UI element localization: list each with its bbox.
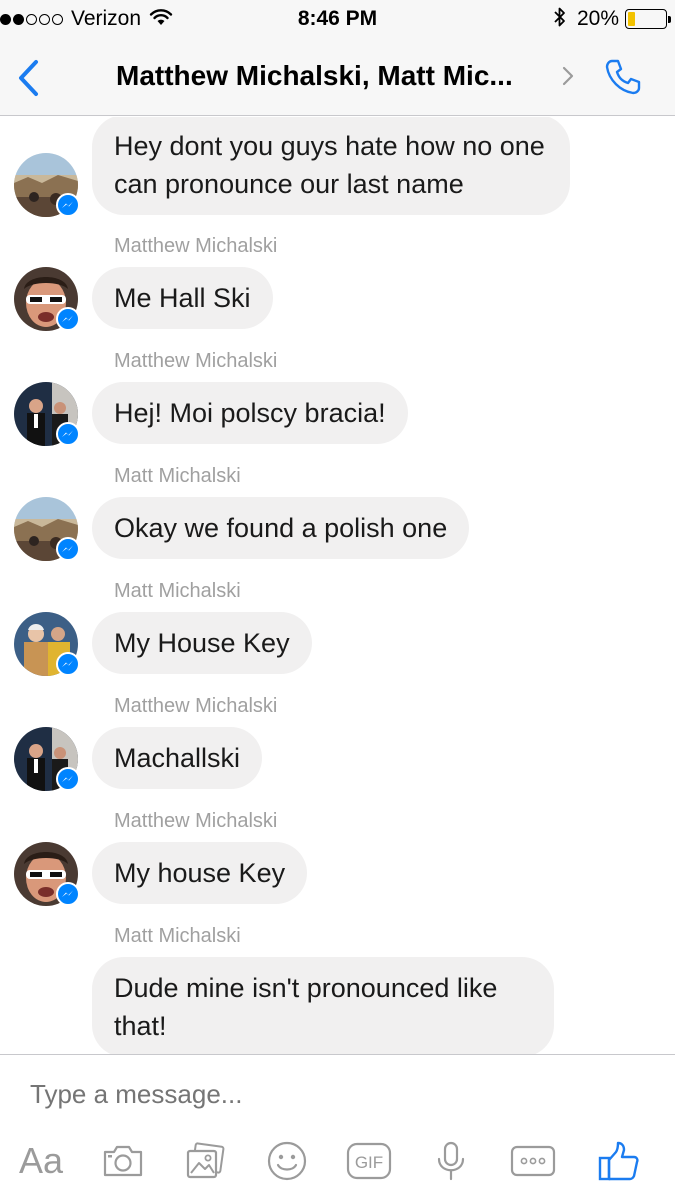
phone-icon [605, 59, 641, 95]
sender-name: Matt Michalski [114, 925, 241, 947]
message-list[interactable]: Hey dont you guys hate how no one can pr… [0, 117, 675, 1054]
status-right: 20% [553, 6, 671, 33]
message-bubble[interactable]: Machallski [92, 727, 263, 789]
conversation-title[interactable]: Matthew Michalski, Matt Mic... [116, 60, 556, 92]
messenger-badge-icon [56, 422, 80, 446]
sender-name: Matt Michalski [114, 580, 241, 602]
gif-icon[interactable]: GIF [344, 1137, 394, 1185]
chevron-left-icon [19, 60, 38, 96]
like-icon[interactable] [594, 1137, 644, 1185]
battery-icon [625, 9, 671, 29]
composer-toolbar: Aa GIF [0, 1131, 675, 1191]
battery-percent: 20% [576, 7, 619, 30]
status-bar: Verizon 8:46 PM 20% [0, 0, 675, 40]
message-bubble[interactable]: My House Key [92, 612, 312, 674]
message-bubble[interactable]: My house Key [92, 842, 308, 904]
messenger-badge-icon [56, 767, 80, 791]
emoji-icon[interactable] [262, 1137, 312, 1185]
messenger-badge-icon [56, 307, 80, 331]
message-bubble[interactable]: Me Hall Ski [92, 267, 273, 329]
message-bubble[interactable]: Hej! Moi polscy bracia! [92, 382, 408, 444]
message-bubble[interactable]: Okay we found a polish one [92, 497, 470, 559]
gif-label: GIF [355, 1153, 383, 1172]
messenger-badge-icon [56, 882, 80, 906]
message-composer: Aa [0, 1054, 675, 1200]
messenger-badge-icon [56, 652, 80, 676]
photo-gallery-icon[interactable] [180, 1137, 230, 1185]
message-input[interactable] [30, 1079, 630, 1110]
messenger-badge-icon [56, 537, 80, 561]
messenger-badge-icon [56, 193, 80, 217]
conversation-header: Matthew Michalski, Matt Mic... [0, 40, 675, 116]
more-icon[interactable] [508, 1137, 558, 1185]
sender-name: Matthew Michalski [114, 695, 278, 717]
message-bubble[interactable]: Dude mine isn't pronounced like that! [92, 957, 554, 1054]
sender-name: Matthew Michalski [114, 350, 278, 372]
call-button[interactable] [600, 54, 646, 100]
message-bubble[interactable]: Hey dont you guys hate how no one can pr… [92, 117, 570, 215]
sender-name: Matthew Michalski [114, 235, 278, 257]
battery-level [628, 12, 636, 26]
back-button[interactable] [10, 56, 46, 100]
microphone-icon[interactable] [426, 1137, 476, 1185]
text-format-label: Aa [18, 1140, 64, 1181]
camera-icon[interactable] [98, 1137, 148, 1185]
bluetooth-icon [553, 6, 567, 33]
sender-name: Matt Michalski [114, 465, 241, 487]
text-format-icon[interactable]: Aa [16, 1137, 66, 1185]
sender-name: Matthew Michalski [114, 810, 278, 832]
chevron-right-icon[interactable] [562, 66, 574, 91]
